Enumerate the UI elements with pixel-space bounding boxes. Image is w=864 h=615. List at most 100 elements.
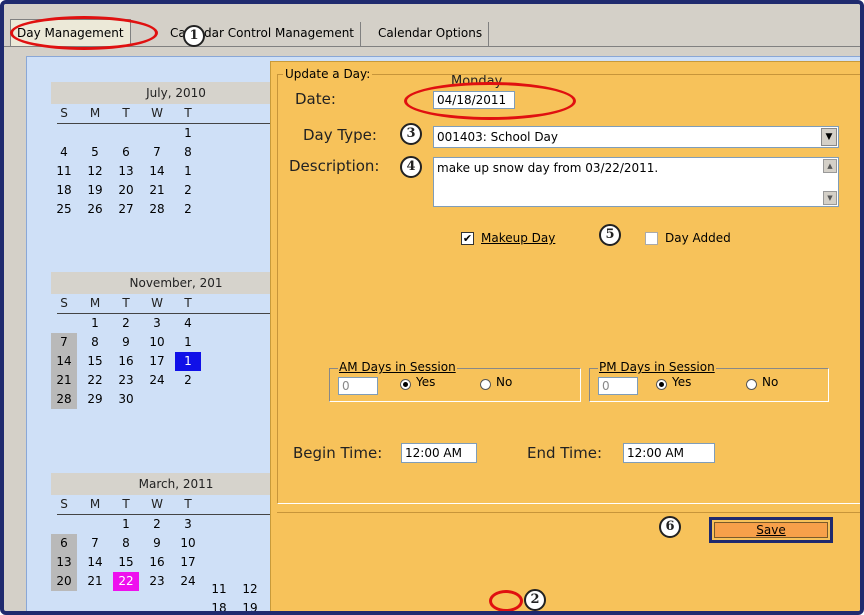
week-row: 7 8 9 10 1 [51,333,301,352]
day-cell[interactable]: 18 [51,181,77,200]
tab-calendar-options[interactable]: Calendar Options [372,22,490,46]
day-cell[interactable]: 14 [144,162,170,181]
day-cell[interactable]: 18 [206,599,232,611]
day-cell[interactable]: 28 [51,390,77,409]
day-cell[interactable]: 8 [113,534,139,553]
day-cell[interactable]: 12 [82,162,108,181]
day-cell[interactable]: 28 [144,200,170,219]
day-added-label[interactable]: Day Added [665,231,731,245]
day-cell[interactable]: 2 [113,314,139,333]
day-cell[interactable]: 3 [175,515,201,534]
day-cell[interactable]: 7 [82,534,108,553]
day-cell[interactable]: 7 [51,333,77,352]
day-cell[interactable]: 11 [206,580,232,599]
day-cell[interactable]: 2 [175,181,201,200]
weekday-label: W [151,296,163,310]
day-cell[interactable]: 24 [175,572,201,591]
weekday-label: T [122,497,130,511]
tab-divider [4,46,860,47]
pm-no-label[interactable]: No [762,375,778,389]
day-cell[interactable]: 21 [51,371,77,390]
day-cell[interactable]: 8 [175,143,201,162]
week-row: 25 26 27 28 2 [51,200,301,219]
scroll-down-icon[interactable]: ▼ [823,191,837,205]
day-cell[interactable]: 4 [175,314,201,333]
day-cell[interactable]: 1 [175,162,201,181]
day-cell[interactable]: 2 [144,515,170,534]
save-button[interactable]: Save [714,522,828,538]
pm-yes-radio[interactable] [656,379,667,390]
day-cell[interactable]: 4 [51,143,77,162]
day-cell[interactable]: 3 [144,314,170,333]
day-cell[interactable]: 9 [113,333,139,352]
day-cell[interactable]: 26 [82,200,108,219]
day-cell[interactable]: 11 [51,162,77,181]
day-cell[interactable]: 15 [113,553,139,572]
day-cell[interactable]: 14 [82,553,108,572]
day-cell[interactable]: 21 [144,181,170,200]
day-cell[interactable]: 6 [51,534,77,553]
day-cell-highlighted[interactable]: 22 [113,572,139,591]
day-cell[interactable]: 5 [82,143,108,162]
day-cell[interactable]: 6 [113,143,139,162]
day-cell[interactable]: 7 [144,143,170,162]
description-label: Description: [289,157,380,175]
day-cell[interactable]: 16 [144,553,170,572]
day-cell[interactable]: 10 [144,333,170,352]
day-cell[interactable]: 1 [113,515,139,534]
day-cell[interactable]: 29 [82,390,108,409]
day-cell[interactable]: 19 [237,599,263,611]
day-cell[interactable]: 17 [144,352,170,371]
dropdown-arrow-icon[interactable]: ▼ [821,128,837,146]
end-time-field[interactable]: 12:00 AM [623,443,715,463]
pm-no-radio[interactable] [746,379,757,390]
day-cell[interactable]: 21 [82,572,108,591]
day-cell[interactable]: 19 [82,181,108,200]
day-cell[interactable]: 1 [175,333,201,352]
save-button-highlight: Save [709,517,833,543]
day-cell[interactable]: 20 [51,572,77,591]
day-cell[interactable]: 30 [113,390,139,409]
day-cell[interactable]: 12 [237,580,263,599]
day-cell[interactable]: 25 [51,200,77,219]
day-cell[interactable]: 9 [144,534,170,553]
day-cell[interactable]: 16 [113,352,139,371]
day-cell[interactable]: 10 [175,534,201,553]
pm-yes-label[interactable]: Yes [672,375,691,389]
makeup-day-checkbox[interactable]: ✔ [461,232,474,245]
day-type-select[interactable]: 001403: School Day ▼ [433,126,839,148]
day-cell[interactable]: 14 [51,352,77,371]
day-cell[interactable]: 13 [51,553,77,572]
checkmark-icon: ✔ [462,232,473,245]
description-textarea[interactable]: make up snow day from 03/22/2011. ▲ ▼ [433,157,839,207]
day-cell[interactable]: 1 [82,314,108,333]
weekday-label: S [60,296,68,310]
day-cell[interactable]: 24 [144,371,170,390]
day-added-checkbox[interactable] [645,232,658,245]
am-no-radio[interactable] [480,379,491,390]
week-row: 28 29 30 [51,390,301,409]
am-days-field[interactable]: 0 [338,377,378,395]
day-cell[interactable]: 2 [175,371,201,390]
day-cell[interactable]: 22 [82,371,108,390]
day-cell[interactable]: 20 [113,181,139,200]
am-yes-radio[interactable] [400,379,411,390]
day-cell[interactable]: 27 [113,200,139,219]
am-no-label[interactable]: No [496,375,512,389]
day-cell[interactable]: 2 [175,200,201,219]
scroll-up-icon[interactable]: ▲ [823,159,837,173]
day-cell-highlighted[interactable]: 1 [175,352,201,371]
pm-days-field[interactable]: 0 [598,377,638,395]
day-cell[interactable]: 15 [82,352,108,371]
day-cell[interactable]: 1 [175,124,201,143]
day-cell[interactable]: 23 [144,572,170,591]
makeup-day-label[interactable]: Makeup Day [481,231,555,245]
callout-5: 5 [599,224,621,246]
am-yes-label[interactable]: Yes [416,375,435,389]
day-cell[interactable]: 13 [113,162,139,181]
begin-time-field[interactable]: 12:00 AM [401,443,477,463]
day-cell[interactable]: 8 [82,333,108,352]
day-cell[interactable]: 17 [175,553,201,572]
day-cell[interactable]: 23 [113,371,139,390]
panel-legend: Update a Day: [283,67,373,81]
